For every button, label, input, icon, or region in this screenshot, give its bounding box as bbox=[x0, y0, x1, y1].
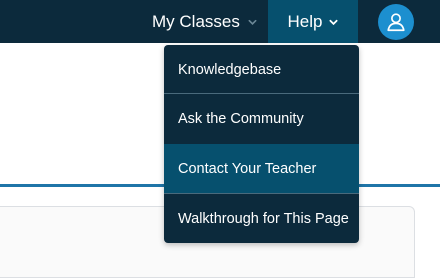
help-menu-button[interactable]: Help bbox=[268, 0, 358, 43]
help-dropdown-menu: Knowledgebase Ask the Community Contact … bbox=[164, 45, 359, 243]
menu-item-label: Ask the Community bbox=[178, 110, 304, 127]
menu-item-label: Walkthrough for This Page bbox=[178, 210, 349, 227]
menu-item-contact-teacher[interactable]: Contact Your Teacher bbox=[164, 144, 359, 193]
menu-item-ask-community[interactable]: Ask the Community bbox=[164, 94, 359, 143]
menu-item-label: Contact Your Teacher bbox=[178, 160, 317, 177]
menu-item-knowledgebase[interactable]: Knowledgebase bbox=[164, 45, 359, 94]
chevron-down-icon bbox=[329, 19, 339, 26]
top-navbar: My Classes Help bbox=[0, 0, 440, 43]
chevron-down-icon bbox=[248, 19, 257, 25]
menu-item-label: Knowledgebase bbox=[178, 61, 282, 78]
help-label: Help bbox=[287, 11, 323, 31]
menu-item-walkthrough[interactable]: Walkthrough for This Page bbox=[164, 194, 359, 243]
my-classes-menu-button[interactable]: My Classes bbox=[152, 0, 257, 43]
avatar[interactable] bbox=[378, 4, 414, 40]
user-icon bbox=[387, 13, 405, 32]
my-classes-label: My Classes bbox=[152, 11, 240, 31]
